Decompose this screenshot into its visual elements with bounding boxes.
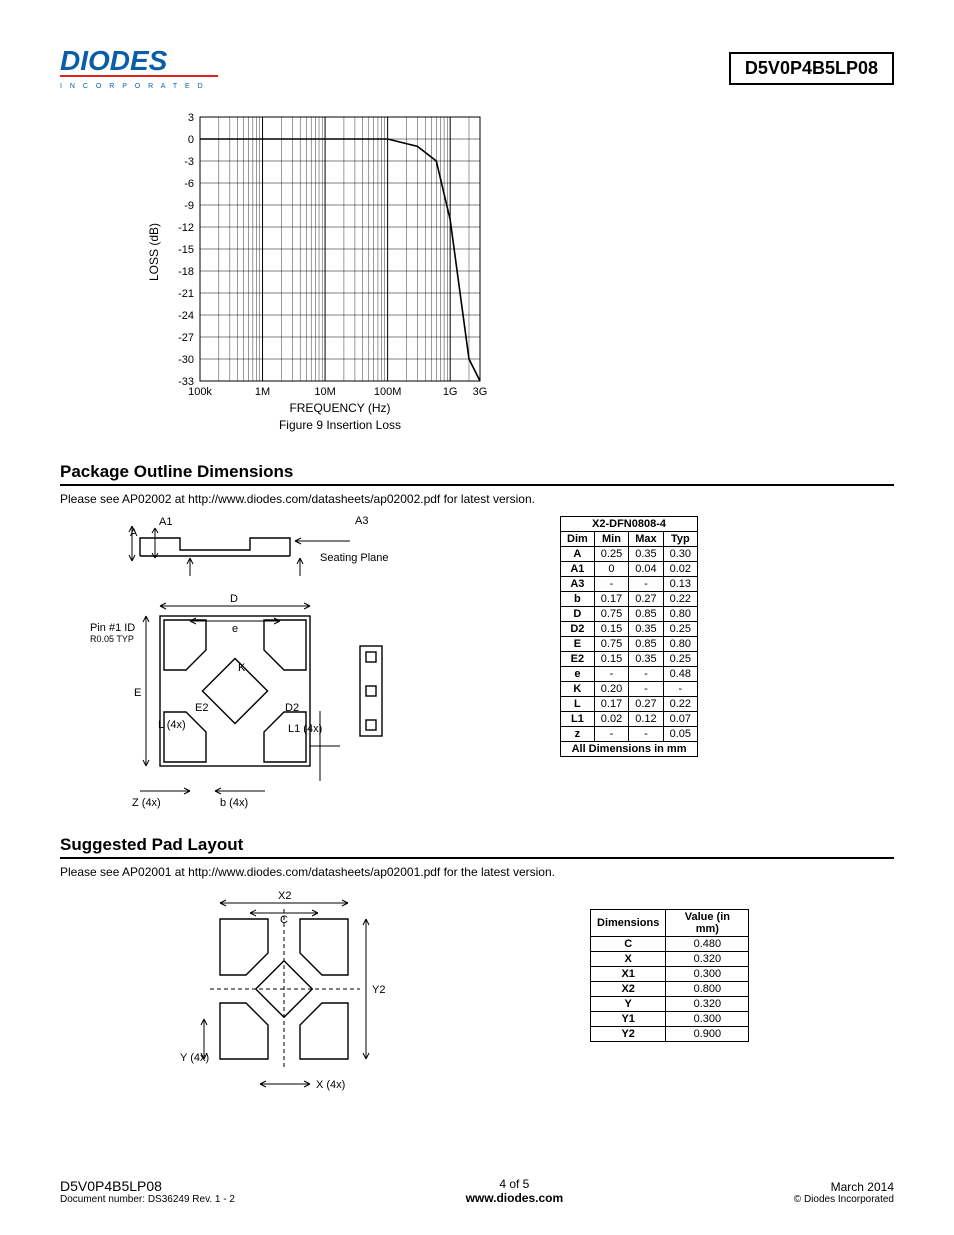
svg-text:K: K: [238, 662, 246, 674]
svg-text:DIODES: DIODES: [60, 45, 168, 76]
package-outline-heading: Package Outline Dimensions: [60, 462, 894, 486]
svg-text:E: E: [134, 687, 141, 699]
insertion-loss-chart: 30-3-6-9-12-15-18-21-24-27-30-33 LOSS (d…: [140, 107, 894, 442]
package-note: Please see AP02002 at http://www.diodes.…: [60, 492, 894, 506]
svg-text:100M: 100M: [374, 386, 402, 398]
svg-text:-21: -21: [178, 288, 194, 300]
svg-text:L (4x): L (4x): [158, 719, 186, 731]
svg-text:-30: -30: [178, 354, 194, 366]
svg-text:-24: -24: [178, 310, 194, 322]
svg-text:A1: A1: [159, 516, 172, 528]
svg-text:-6: -6: [184, 178, 194, 190]
svg-text:10M: 10M: [314, 386, 335, 398]
pad-note: Please see AP02001 at http://www.diodes.…: [60, 865, 894, 879]
svg-text:FREQUENCY (Hz): FREQUENCY (Hz): [289, 401, 390, 415]
dimensions-table: X2-DFN0808-4 DimMinMaxTyp A0.250.350.30A…: [560, 516, 698, 757]
svg-text:-15: -15: [178, 244, 194, 256]
part-number: D5V0P4B5LP08: [729, 52, 894, 85]
svg-text:Seating Plane: Seating Plane: [320, 552, 389, 564]
svg-text:Pin #1 ID: Pin #1 ID: [90, 622, 135, 634]
svg-text:D: D: [230, 593, 238, 605]
svg-text:-9: -9: [184, 200, 194, 212]
pad-layout-heading: Suggested Pad Layout: [60, 835, 894, 859]
svg-text:A3: A3: [355, 516, 368, 527]
svg-text:Z (4x): Z (4x): [132, 797, 161, 809]
svg-text:3G: 3G: [473, 386, 488, 398]
svg-text:Y2: Y2: [372, 984, 385, 996]
svg-text:Y (4x): Y (4x): [180, 1052, 209, 1064]
svg-text:1M: 1M: [255, 386, 270, 398]
svg-text:R0.05 TYP: R0.05 TYP: [90, 634, 134, 644]
package-diagram: A A1 A3 Seating Plane: [60, 516, 420, 821]
svg-text:e: e: [232, 623, 238, 635]
svg-text:D2: D2: [285, 702, 299, 714]
svg-text:1G: 1G: [443, 386, 458, 398]
svg-text:0: 0: [188, 134, 194, 146]
svg-text:100k: 100k: [188, 386, 212, 398]
svg-text:LOSS (dB): LOSS (dB): [147, 223, 161, 281]
svg-text:-18: -18: [178, 266, 194, 278]
svg-text:E2: E2: [195, 702, 208, 714]
svg-text:C: C: [280, 914, 288, 926]
page-footer: D5V0P4B5LP08 Document number: DS36249 Re…: [60, 1177, 894, 1205]
pad-diagram: X2 C Y2 Y (4x) X (4x): [180, 889, 410, 1114]
diodes-logo: DIODES I N C O R P O R A T E D: [60, 40, 220, 97]
svg-text:-12: -12: [178, 222, 194, 234]
svg-text:L1 (4x): L1 (4x): [288, 723, 322, 735]
svg-text:A: A: [130, 527, 138, 539]
svg-text:-27: -27: [178, 332, 194, 344]
pad-table: DimensionsValue (in mm) C0.480X0.320X10.…: [590, 909, 749, 1042]
svg-text:X2: X2: [278, 890, 291, 902]
svg-text:-3: -3: [184, 156, 194, 168]
svg-text:b (4x): b (4x): [220, 797, 248, 809]
svg-text:3: 3: [188, 112, 194, 124]
svg-text:I N C O R P O R A T E D: I N C O R P O R A T E D: [60, 83, 206, 90]
svg-text:X (4x): X (4x): [316, 1079, 345, 1091]
svg-text:Figure 9 Insertion Loss: Figure 9 Insertion Loss: [279, 418, 401, 432]
